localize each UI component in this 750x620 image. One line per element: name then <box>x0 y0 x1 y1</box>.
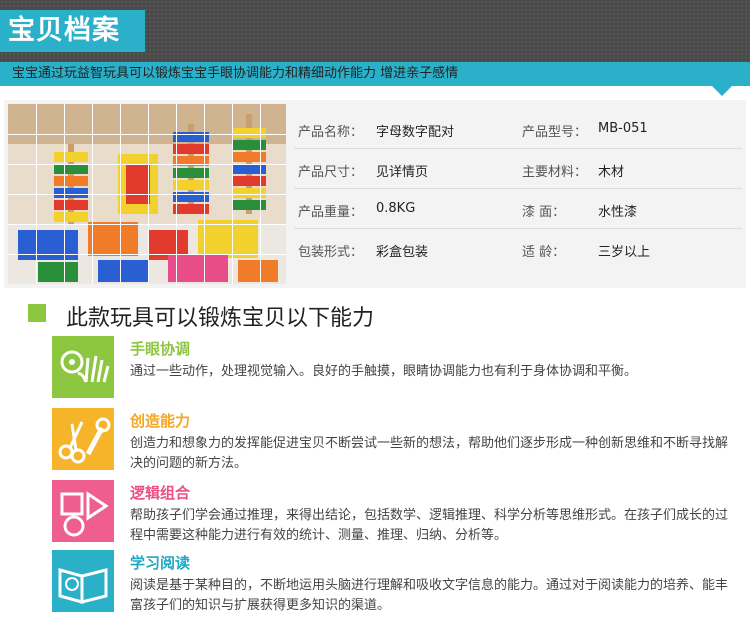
chevron-down-icon <box>712 86 732 96</box>
subtitle-bar: 宝宝通过玩益智玩具可以锻炼宝宝手眼协调能力和精细动作能力 增进亲子感情 <box>0 62 750 86</box>
section-marker <box>28 304 46 322</box>
spec-label: 包装形式： <box>298 245 364 260</box>
spec-row: 产品重量： 0.8KG 漆 面： 水性漆 <box>294 188 742 229</box>
spec-table: 产品名称： 字母数字配对 产品型号： MB-051 产品尺寸： 见详情页 主要材… <box>294 106 742 282</box>
header-banner: 宝贝档案 <box>0 0 750 62</box>
ability-title: 学习阅读 <box>130 554 191 572</box>
shapes-icon <box>52 480 114 542</box>
spec-value: 0.8KG <box>376 201 416 216</box>
ability-description: 创造力和想象力的发挥能促进宝贝不断尝试一些新的想法，帮助他们逐步形成一种创新思维… <box>130 436 729 471</box>
ability-title: 创造能力 <box>130 412 191 430</box>
spec-row: 产品尺寸： 见详情页 主要材料： 木材 <box>294 148 742 189</box>
section-title: 此款玩具可以锻炼宝贝以下能力 <box>66 306 375 331</box>
spec-value: 三岁以上 <box>598 245 651 260</box>
ability-description: 通过一些动作，处理视觉输入。良好的手触摸，眼睛协调能力也有利于身体协调和平衡。 <box>130 364 638 379</box>
ability-item: 学习阅读 阅读是基于某种目的，不断地运用头脑进行理解和吸收文字信息的能力。通过对… <box>52 550 732 614</box>
ability-title: 逻辑组合 <box>130 484 191 502</box>
spec-label: 产品尺寸： <box>298 165 364 180</box>
product-info-panel: 产品名称： 字母数字配对 产品型号： MB-051 产品尺寸： 见详情页 主要材… <box>4 100 746 288</box>
ability-item: 逻辑组合 帮助孩子们学会通过推理，来得出结论，包括数学、逻辑推理、科学分析等思维… <box>52 480 732 544</box>
spec-row: 包装形式： 彩盒包装 适 龄： 三岁以上 <box>294 228 742 268</box>
spec-value: MB-051 <box>598 121 648 136</box>
spec-label: 产品名称： <box>298 125 364 140</box>
spec-row: 产品名称： 字母数字配对 产品型号： MB-051 <box>294 108 742 149</box>
eye-hand-icon <box>52 336 114 398</box>
spec-value: 见详情页 <box>376 165 429 180</box>
spec-value: 字母数字配对 <box>376 125 455 140</box>
spec-label: 产品重量： <box>298 205 364 220</box>
spec-label: 产品型号： <box>522 125 588 140</box>
ability-description: 帮助孩子们学会通过推理，来得出结论，包括数学、逻辑推理、科学分析等思维形式。在孩… <box>130 508 729 543</box>
book-icon <box>52 550 114 612</box>
ability-item: 创造能力 创造力和想象力的发挥能促进宝贝不断尝试一些新的想法，帮助他们逐步形成一… <box>52 408 732 472</box>
spec-label: 漆 面： <box>522 205 566 220</box>
spec-label: 主要材料： <box>522 165 588 180</box>
ability-description: 阅读是基于某种目的，不断地运用头脑进行理解和吸收文字信息的能力。通过对于阅读能力… <box>130 578 729 613</box>
scissors-wrench-icon <box>52 408 114 470</box>
ability-title: 手眼协调 <box>130 340 191 358</box>
product-photo <box>8 104 286 284</box>
spec-value: 木材 <box>598 165 625 180</box>
spec-value: 水性漆 <box>598 205 638 220</box>
page-title: 宝贝档案 <box>0 10 145 52</box>
spec-value: 彩盒包装 <box>376 245 429 260</box>
ability-item: 手眼协调 通过一些动作，处理视觉输入。良好的手触摸，眼睛协调能力也有利于身体协调… <box>52 336 732 400</box>
spec-label: 适 龄： <box>522 245 566 260</box>
